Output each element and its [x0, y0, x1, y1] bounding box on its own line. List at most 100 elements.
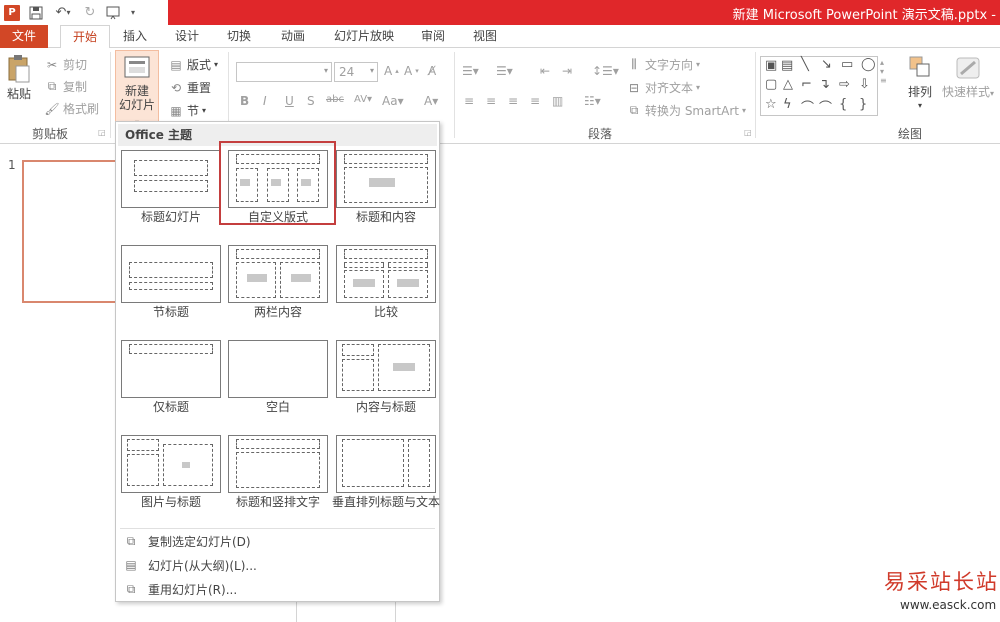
tab-file[interactable]: 文件 — [0, 25, 48, 48]
increase-indent-button[interactable]: ⇥ — [562, 64, 572, 78]
font-color-button[interactable]: A▾ — [424, 94, 438, 108]
align-right-button[interactable]: ≡ — [508, 94, 518, 108]
paste-button[interactable]: 粘贴 — [4, 54, 34, 101]
section-button[interactable]: ▦ 节 ▾ — [168, 102, 206, 119]
undo-icon[interactable]: ↶ ▾ — [48, 0, 78, 25]
layout-title-slide[interactable]: 标题幻灯片 — [121, 150, 221, 242]
tab-review[interactable]: 审阅 — [412, 25, 454, 48]
start-from-beginning-icon[interactable] — [102, 0, 126, 25]
layout-picture-with-caption[interactable]: 图片与标题 — [121, 435, 221, 527]
tab-view[interactable]: 视图 — [464, 25, 506, 48]
reset-button[interactable]: ⟲ 重置 — [168, 79, 211, 96]
arrange-button[interactable]: 排列 ▾ — [900, 54, 940, 113]
layout-label: 内容与标题 — [355, 400, 416, 414]
columns-button[interactable]: ☷▾ — [584, 94, 601, 108]
layout-button[interactable]: ▤ 版式 ▾ — [168, 56, 218, 73]
italic-button[interactable]: I — [263, 94, 267, 108]
layout-label: 空白 — [265, 400, 290, 414]
layout-thumbnail — [228, 245, 328, 303]
font-name-dropdown[interactable]: ▾ — [236, 62, 332, 82]
brace-right-shape-icon[interactable]: } — [859, 97, 867, 112]
elbow-shape-icon[interactable]: ⌐ — [801, 77, 812, 92]
right-arrow-shape-icon[interactable]: ⇨ — [839, 77, 850, 92]
shapes-scroll-icon[interactable]: ▴ ▾ ≡ — [880, 58, 887, 85]
strikethrough-button[interactable]: abc — [326, 94, 344, 105]
triangle-shape-icon[interactable]: △ — [783, 77, 793, 92]
rounded-rect-shape-icon[interactable]: ▢ — [765, 77, 777, 92]
layout-title-only[interactable]: 仅标题 — [121, 340, 221, 432]
slides-from-outline-item[interactable]: ▤ 幻灯片(从大纲)(L)... — [120, 554, 435, 576]
text-direction-button[interactable]: ⫼ 文字方向 ▾ — [626, 56, 700, 73]
align-text-button[interactable]: ⊟ 对齐文本 ▾ — [626, 79, 700, 96]
line-spacing-button[interactable]: ↕☰▾ — [592, 64, 619, 78]
reuse-slides-item[interactable]: ⧉ 重用幻灯片(R)... — [120, 578, 435, 600]
tab-home[interactable]: 开始 — [60, 25, 110, 49]
underline-button[interactable]: U — [285, 94, 294, 108]
line-shape-icon[interactable]: ╲ — [801, 57, 809, 72]
redo-icon[interactable]: ↻ — [78, 0, 102, 25]
copy-button[interactable]: ⧉ 复制 — [44, 78, 87, 95]
format-painter-button[interactable]: 🖌 格式刷 — [44, 100, 99, 117]
slide-thumbnail[interactable] — [22, 160, 122, 303]
shadow-button[interactable]: S — [307, 94, 315, 108]
grow-font-button[interactable]: A ▴ — [384, 64, 399, 78]
align-text-icon: ⊟ — [628, 80, 640, 95]
arc-shape-icon[interactable]: ⌒ — [819, 97, 832, 116]
shapes-gallery[interactable]: ▣ ▤ ╲ ↘ ▭ ◯ ▢ △ ⌐ ↴ ⇨ ⇩ ☆ ϟ ⌒ ⌒ { } — [760, 56, 878, 116]
layout-label: 两栏内容 — [253, 305, 302, 319]
tab-design[interactable]: 设计 — [166, 25, 208, 48]
layout-comparison[interactable]: 比较 — [336, 245, 436, 337]
oval-shape-icon[interactable]: ◯ — [861, 57, 876, 72]
elbow-arrow-shape-icon[interactable]: ↴ — [819, 77, 830, 92]
layout-two-content[interactable]: 两栏内容 — [228, 245, 328, 337]
save-icon[interactable] — [24, 0, 48, 25]
arrow-line-shape-icon[interactable]: ↘ — [821, 57, 832, 72]
shrink-font-button[interactable]: A ▾ — [404, 64, 419, 78]
bold-button[interactable]: B — [240, 94, 249, 108]
drawing-group-label: 绘图 — [897, 127, 922, 141]
align-left-button[interactable]: ≡ — [464, 94, 474, 108]
cut-button[interactable]: ✂ 剪切 — [44, 56, 87, 73]
font-size-dropdown[interactable]: 24 ▾ — [334, 62, 378, 82]
layout-section-header[interactable]: 节标题 — [121, 245, 221, 337]
align-center-button[interactable]: ≡ — [486, 94, 496, 108]
customize-qat-icon[interactable]: ▾ — [126, 0, 140, 25]
bullets-button[interactable]: ☰▾ — [462, 64, 479, 78]
quick-styles-button[interactable]: 快速样式▾ — [940, 54, 996, 101]
title-bar-strip: 新建 Microsoft PowerPoint 演示文稿.pptx - — [168, 0, 1000, 25]
layout-title-and-content[interactable]: 标题和内容 — [336, 150, 436, 242]
clipboard-launcher-icon[interactable]: ◲ — [98, 128, 106, 137]
numbering-button[interactable]: ☰▾ — [496, 64, 513, 78]
layout-label: 标题幻灯片 — [140, 210, 201, 224]
scissors-icon: ✂ — [46, 57, 58, 72]
duplicate-slides-item[interactable]: ⧉ 复制选定幻灯片(D) — [120, 530, 435, 552]
tab-transitions[interactable]: 切换 — [218, 25, 260, 48]
clear-format-button[interactable]: A̸ — [428, 64, 436, 78]
layout-content-with-caption[interactable]: 内容与标题 — [336, 340, 436, 432]
new-slide-button[interactable]: 新建 幻灯片 ▾ — [115, 50, 159, 127]
paragraph-launcher-icon[interactable]: ◲ — [744, 128, 752, 137]
app-logo-icon: P — [0, 0, 24, 25]
down-arrow-shape-icon[interactable]: ⇩ — [859, 77, 870, 92]
smartart-button[interactable]: ⧉ 转换为 SmartArt ▾ — [626, 102, 746, 119]
tab-animations[interactable]: 动画 — [272, 25, 314, 48]
star-shape-icon[interactable]: ☆ — [765, 97, 777, 112]
change-case-button[interactable]: Aa▾ — [382, 94, 404, 108]
brace-left-shape-icon[interactable]: { — [839, 97, 847, 112]
tab-slideshow[interactable]: 幻灯片放映 — [326, 25, 402, 48]
vertical-textbox-shape-icon[interactable]: ▤ — [781, 58, 793, 73]
brush-icon: 🖌 — [44, 101, 60, 116]
lightning-shape-icon[interactable]: ϟ — [783, 97, 792, 112]
distributed-button[interactable]: ▥ — [552, 94, 563, 108]
curve-shape-icon[interactable]: ⌒ — [801, 97, 814, 116]
layout-title-vertical-text[interactable]: 标题和竖排文字 — [228, 435, 328, 527]
rectangle-shape-icon[interactable]: ▭ — [841, 57, 853, 72]
layout-blank[interactable]: 空白 — [228, 340, 328, 432]
decrease-indent-button[interactable]: ⇤ — [540, 64, 550, 78]
textbox-shape-icon[interactable]: ▣ — [765, 58, 777, 73]
clipboard-group-label: 剪贴板 — [31, 127, 68, 141]
justify-button[interactable]: ≡ — [530, 94, 540, 108]
char-spacing-button[interactable]: AV▾ — [354, 94, 372, 105]
layout-vertical-title-text[interactable]: 垂直排列标题与文本 — [332, 435, 440, 527]
tab-insert[interactable]: 插入 — [114, 25, 156, 48]
